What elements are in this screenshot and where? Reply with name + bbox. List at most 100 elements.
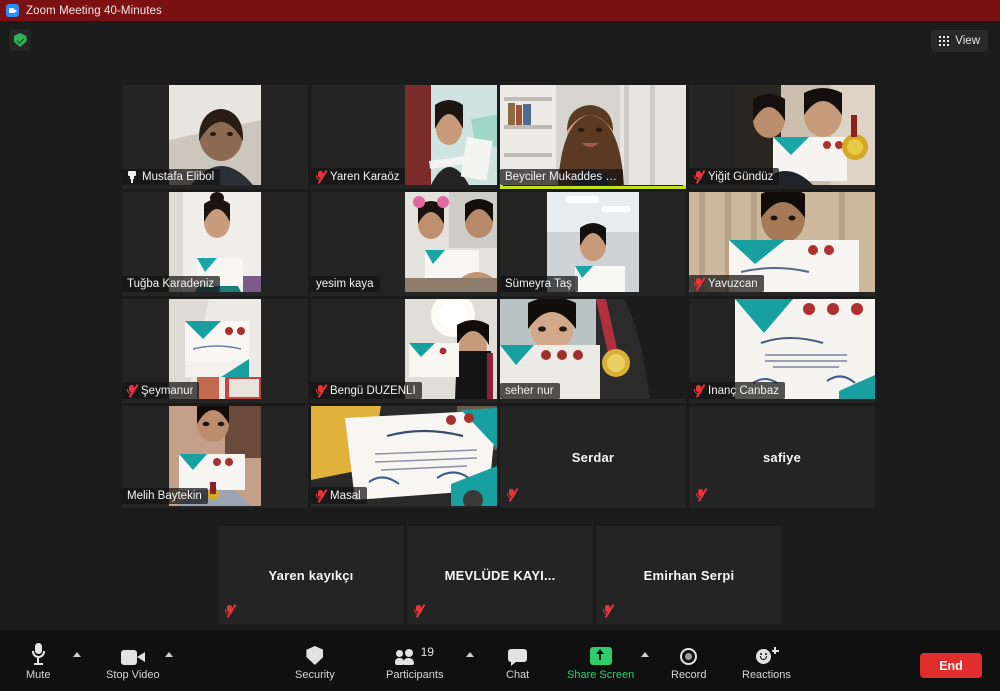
- zoom-meeting-window: Zoom Meeting 40-Minutes View Mustafa Eli…: [0, 0, 1000, 691]
- participant-tile[interactable]: Şeymanur: [122, 299, 308, 403]
- participant-namebar: Yaren Karaöz: [311, 168, 406, 185]
- video-scene: [405, 192, 497, 292]
- mic-muted-icon: [694, 170, 706, 184]
- participant-tile[interactable]: Mustafa Elibol: [122, 85, 308, 189]
- participant-namebar: Tuğba Karadeniz: [122, 276, 221, 292]
- participant-namebar: Yiğit Gündüz: [689, 168, 780, 185]
- participant-name: İnanç Canbaz: [708, 384, 779, 397]
- video-feed: [405, 192, 497, 296]
- participant-tile-active-speaker[interactable]: Beyciler Mukaddes …: [500, 85, 686, 189]
- reactions-button[interactable]: Reactions: [742, 639, 791, 681]
- participant-namebar: Yavuzcan: [689, 275, 764, 292]
- participant-tile[interactable]: Sümeyra Taş: [500, 192, 686, 296]
- participants-count: 19: [420, 645, 434, 659]
- participant-tile[interactable]: Tuğba Karadeniz: [122, 192, 308, 296]
- participant-tile[interactable]: Yiğit Gündüz: [689, 85, 875, 189]
- participant-name: Bengü DÜZENLİ: [330, 384, 416, 397]
- chat-bubble-icon: [508, 639, 528, 666]
- participant-tile[interactable]: Serdar: [500, 406, 686, 508]
- share-screen-button-label: Share Screen: [567, 669, 635, 681]
- participant-tile[interactable]: Bengü DÜZENLİ: [311, 299, 497, 403]
- shield-icon: [306, 639, 324, 665]
- participant-name: Emirhan Serpi: [643, 567, 735, 583]
- grid-icon: [938, 35, 950, 47]
- participant-namebar: seher nur: [500, 383, 560, 399]
- participant-namebar: Bengü DÜZENLİ: [311, 382, 422, 399]
- participant-name: Yaren kayıkçı: [268, 567, 354, 583]
- mute-button[interactable]: Mute: [26, 639, 50, 681]
- participant-name: Masal: [330, 489, 361, 502]
- pin-icon: [127, 171, 137, 183]
- grid-row: Mustafa Elibol Yaren Karaöz Beyciler Muk…: [122, 85, 878, 189]
- stop-video-button[interactable]: Stop Video: [106, 639, 160, 681]
- participant-name: seher nur: [505, 385, 554, 397]
- participant-tile[interactable]: seher nur: [500, 299, 686, 403]
- participant-name: Yavuzcan: [708, 277, 758, 290]
- share-screen-button[interactable]: Share Screen: [567, 639, 634, 681]
- meeting-stage: View Mustafa Elibol Yaren Karaöz Beycile…: [0, 21, 1000, 670]
- participant-name: Mustafa Elibol: [142, 171, 215, 183]
- window-titlebar: Zoom Meeting 40-Minutes: [0, 0, 1000, 21]
- participant-namebar: İnanç Canbaz: [689, 382, 785, 399]
- participant-namebar: Beyciler Mukaddes …: [500, 169, 623, 185]
- record-button-label: Record: [671, 669, 707, 681]
- participant-name: MEVLÜDE KAYI...: [444, 567, 556, 583]
- record-circle-icon: [680, 639, 698, 665]
- microphone-icon: [31, 639, 45, 665]
- participant-tile[interactable]: Melih Baytekin: [122, 406, 308, 508]
- grid-row: Şeymanur Bengü DÜZENLİ seher nur İnanç C…: [122, 299, 878, 403]
- participant-namebar: Mustafa Elibol: [122, 169, 221, 185]
- view-button[interactable]: View: [930, 30, 988, 52]
- mic-muted-icon: [694, 384, 706, 398]
- mic-muted-icon: [603, 604, 615, 618]
- mic-muted-icon: [316, 384, 328, 398]
- security-button[interactable]: Security: [295, 639, 335, 681]
- mute-options-caret[interactable]: [73, 652, 81, 657]
- video-feed: [405, 85, 497, 189]
- mic-muted-icon: [696, 488, 708, 502]
- participant-tile[interactable]: safiye: [689, 406, 875, 508]
- participants-grid: Mustafa Elibol Yaren Karaöz Beyciler Muk…: [122, 85, 878, 508]
- reactions-button-label: Reactions: [742, 669, 791, 681]
- participant-name: Şeymanur: [141, 384, 194, 397]
- mic-muted-icon: [127, 384, 139, 398]
- participant-tile[interactable]: Yavuzcan: [689, 192, 875, 296]
- camera-icon: [120, 639, 145, 665]
- end-meeting-button[interactable]: End: [920, 653, 982, 678]
- participants-options-caret[interactable]: [466, 652, 474, 657]
- mic-muted-icon: [507, 488, 519, 502]
- participant-tile[interactable]: yesim kaya: [311, 192, 497, 296]
- people-icon: 19: [394, 639, 434, 665]
- participant-tile[interactable]: Emirhan Serpi: [596, 526, 782, 624]
- participant-name: Yiğit Gündüz: [708, 170, 774, 183]
- participant-namebar: Sümeyra Taş: [500, 276, 578, 292]
- video-options-caret[interactable]: [165, 652, 173, 657]
- participant-tile[interactable]: Yaren Karaöz: [311, 85, 497, 189]
- participants-button-label: Participants: [386, 669, 444, 681]
- participant-tile[interactable]: Masal: [311, 406, 497, 508]
- encryption-badge[interactable]: [9, 29, 31, 51]
- participant-tile[interactable]: MEVLÜDE KAYI...: [407, 526, 593, 624]
- grid-row: Tuğba Karadeniz yesim kaya Sümeyra Taş Y…: [122, 192, 878, 296]
- mic-muted-icon: [414, 604, 426, 618]
- participants-button[interactable]: 19 Participants: [386, 639, 443, 681]
- participant-namebar: Şeymanur: [122, 382, 200, 399]
- security-button-label: Security: [295, 669, 335, 681]
- green-shield-check-icon: [13, 33, 27, 47]
- mic-muted-icon: [316, 170, 328, 184]
- participant-tile[interactable]: İnanç Canbaz: [689, 299, 875, 403]
- participant-name: Melih Baytekin: [127, 490, 202, 502]
- share-arrow-icon: [589, 639, 612, 665]
- zoom-camera-icon: [6, 4, 19, 17]
- mic-muted-icon: [316, 489, 328, 503]
- stop-video-button-label: Stop Video: [106, 669, 160, 681]
- share-options-caret[interactable]: [641, 652, 649, 657]
- record-button[interactable]: Record: [671, 639, 706, 681]
- chat-button[interactable]: Chat: [506, 639, 529, 681]
- mic-muted-icon: [225, 604, 237, 618]
- mic-muted-icon: [694, 277, 706, 291]
- meeting-toolbar: Mute Stop Video Security 19 Participants: [0, 630, 1000, 691]
- participant-tile[interactable]: Yaren kayıkçı: [218, 526, 404, 624]
- participant-namebar: Melih Baytekin: [122, 488, 208, 504]
- window-title: Zoom Meeting 40-Minutes: [26, 4, 162, 17]
